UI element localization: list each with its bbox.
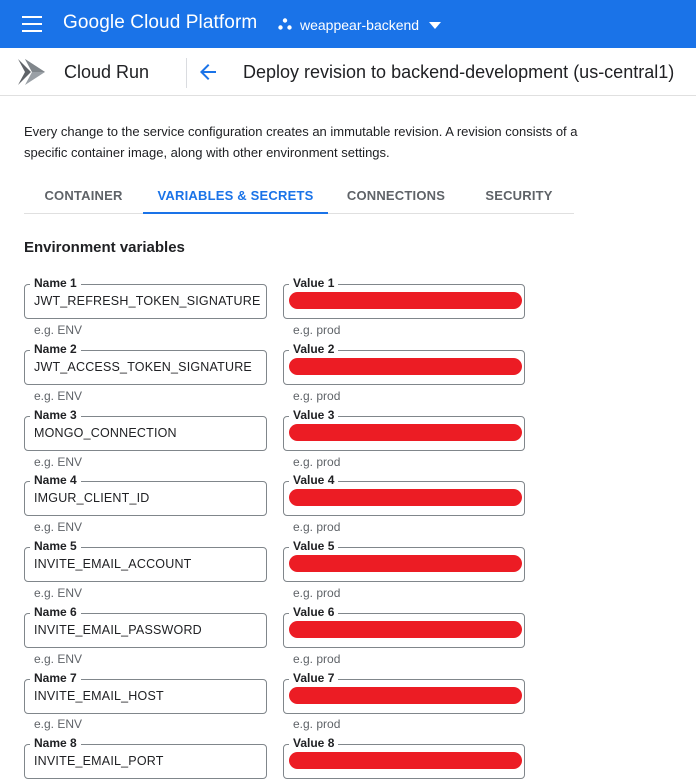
env-value-field[interactable]: Value 1 [283,276,525,319]
env-name-field[interactable]: Name 5 INVITE_EMAIL_ACCOUNT [24,539,267,582]
field-label: Value 4 [289,473,339,487]
redacted-value [289,424,522,441]
top-app-bar: Google Cloud Platform weappear-backend [0,0,696,48]
value-hint: e.g. prod [293,389,341,403]
field-label: Name 8 [30,736,81,750]
value-hint: e.g. prod [293,520,341,534]
env-value-field[interactable]: Value 7 [283,671,525,714]
env-name-value: INVITE_EMAIL_ACCOUNT [34,557,192,571]
field-label: Value 5 [289,539,339,553]
tab-bar: CONTAINER VARIABLES & SECRETS CONNECTION… [24,180,574,214]
project-selector[interactable]: weappear-backend [278,14,449,36]
name-hint: e.g. ENV [34,586,83,600]
env-name-value: INVITE_EMAIL_HOST [34,689,164,703]
env-name-field[interactable]: Name 6 INVITE_EMAIL_PASSWORD [24,605,267,648]
header-divider [186,58,187,88]
back-arrow-icon[interactable] [196,60,220,84]
env-value-field[interactable]: Value 2 [283,342,525,385]
env-value-field[interactable]: Value 8 [283,736,525,779]
redacted-value [289,292,522,309]
env-value-field[interactable]: Value 3 [283,408,525,451]
name-hint: e.g. ENV [34,323,83,337]
env-name-field[interactable]: Name 3 MONGO_CONNECTION [24,408,267,451]
tab-connections[interactable]: CONNECTIONS [328,180,464,213]
cloud-run-logo-icon [18,59,45,85]
revision-description: Every change to the service configuratio… [24,124,578,160]
env-value-field[interactable]: Value 6 [283,605,525,648]
hamburger-menu-icon[interactable] [22,16,42,32]
name-hint: e.g. ENV [34,717,83,731]
tab-container[interactable]: CONTAINER [24,180,143,213]
redacted-value [289,752,522,769]
caret-down-icon [429,21,442,29]
redacted-value [289,489,522,506]
field-label: Value 6 [289,605,339,619]
env-name-field[interactable]: Name 7 INVITE_EMAIL_HOST [24,671,267,714]
value-hint: e.g. prod [293,717,341,731]
field-label: Value 3 [289,408,339,422]
field-label: Name 4 [30,473,81,487]
env-name-value: JWT_ACCESS_TOKEN_SIGNATURE [34,360,252,374]
field-label: Value 2 [289,342,339,356]
field-label: Name 3 [30,408,81,422]
value-hint: e.g. prod [293,323,341,337]
field-label: Value 1 [289,276,339,290]
product-name: Cloud Run [64,62,150,82]
field-label: Name 5 [30,539,81,553]
value-hint: e.g. prod [293,586,341,600]
section-title: Environment variables [24,239,185,256]
name-hint: e.g. ENV [34,520,83,534]
field-label: Value 8 [289,736,339,750]
env-name-value: JWT_REFRESH_TOKEN_SIGNATURE [34,294,261,308]
page-header: Cloud Run Deploy revision to backend-dev… [0,48,696,96]
env-name-value: INVITE_EMAIL_PORT [34,754,164,768]
redacted-value [289,687,522,704]
env-name-value: MONGO_CONNECTION [34,426,177,440]
tab-security[interactable]: SECURITY [464,180,574,213]
env-value-field[interactable]: Value 4 [283,473,525,516]
name-hint: e.g. ENV [34,652,83,666]
redacted-value [289,555,522,572]
env-name-field[interactable]: Name 8 INVITE_EMAIL_PORT [24,736,267,779]
env-name-field[interactable]: Name 1 JWT_REFRESH_TOKEN_SIGNATURE [24,276,267,319]
tab-variables-secrets[interactable]: VARIABLES & SECRETS [143,180,328,214]
project-dots-icon [278,18,292,30]
env-name-field[interactable]: Name 2 JWT_ACCESS_TOKEN_SIGNATURE [24,342,267,385]
env-name-value: IMGUR_CLIENT_ID [34,491,150,505]
project-name: weappear-backend [300,17,420,33]
brand-title[interactable]: Google Cloud Platform [63,12,257,34]
field-label: Name 2 [30,342,81,356]
page-title: Deploy revision to backend-development (… [243,62,675,82]
redacted-value [289,358,522,375]
env-name-value: INVITE_EMAIL_PASSWORD [34,623,202,637]
name-hint: e.g. ENV [34,455,83,469]
field-label: Name 1 [30,276,81,290]
field-label: Value 7 [289,671,339,685]
redacted-value [289,621,522,638]
env-name-field[interactable]: Name 4 IMGUR_CLIENT_ID [24,473,267,516]
field-label: Name 6 [30,605,81,619]
value-hint: e.g. prod [293,455,341,469]
field-label: Name 7 [30,671,81,685]
name-hint: e.g. ENV [34,389,83,403]
env-value-field[interactable]: Value 5 [283,539,525,582]
value-hint: e.g. prod [293,652,341,666]
